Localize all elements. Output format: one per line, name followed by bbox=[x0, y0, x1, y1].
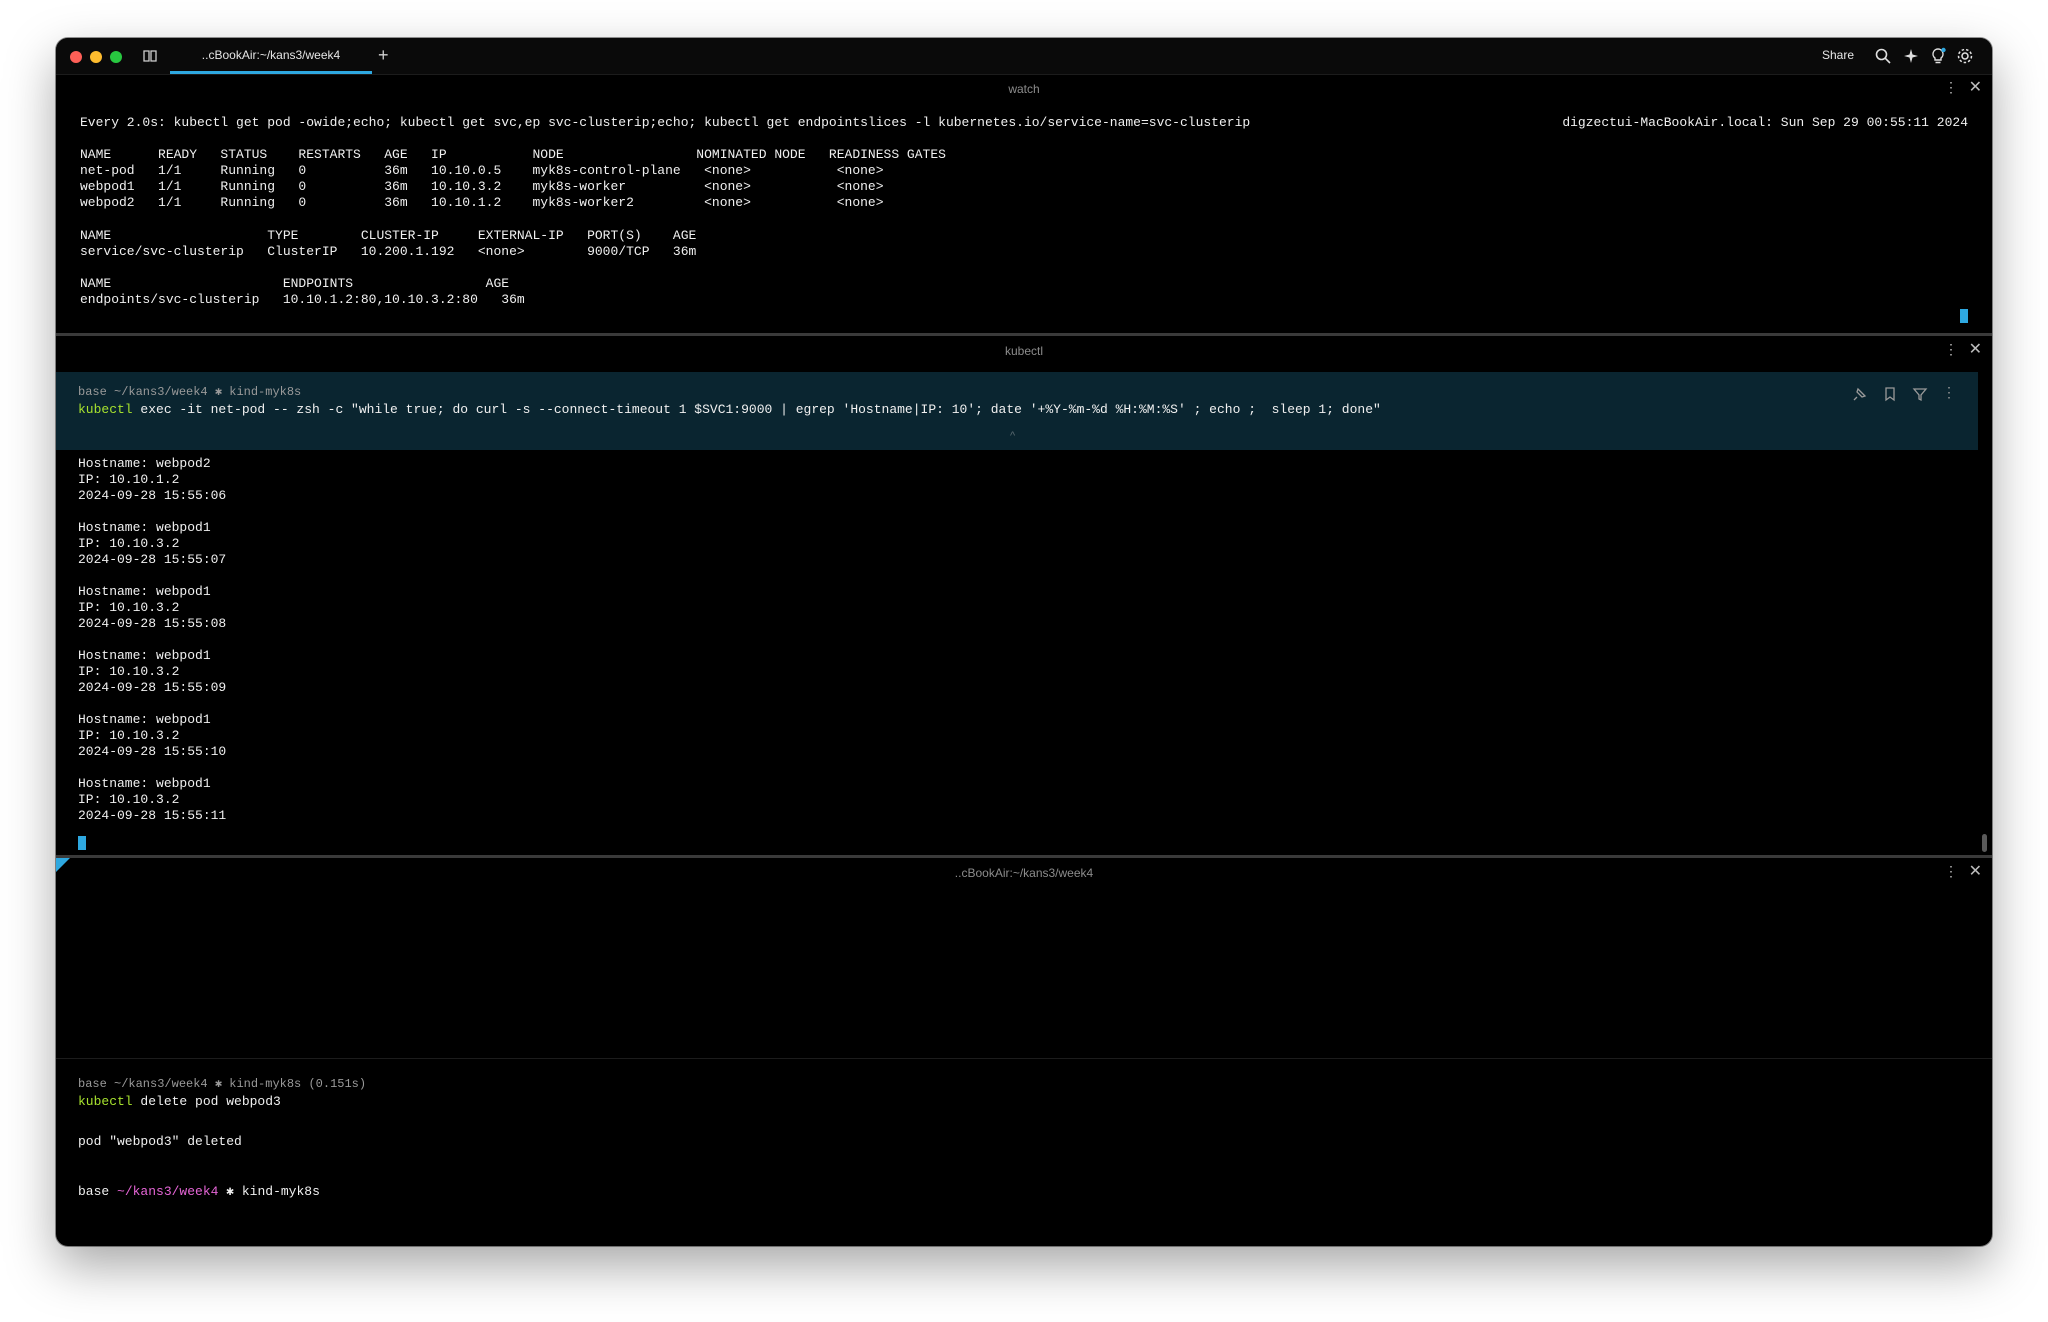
table-row: webpod2 1/1 Running 0 36m 10.10.1.2 myk8… bbox=[80, 195, 884, 210]
chevron-up-icon[interactable]: ^ bbox=[1010, 430, 1015, 442]
filter-icon[interactable] bbox=[1912, 386, 1928, 402]
scrollbar-thumb[interactable] bbox=[1982, 834, 1987, 852]
table-row: endpoints/svc-clusterip 10.10.1.2:80,10.… bbox=[80, 292, 525, 307]
svc-table-header: NAME TYPE CLUSTER-IP EXTERNAL-IP PORT(S)… bbox=[80, 228, 697, 243]
list-item: Hostname: webpod1 IP: 10.10.3.2 2024-09-28… bbox=[78, 776, 227, 823]
bookmark-icon[interactable] bbox=[1882, 386, 1898, 402]
pane-watch-header: watch ⋮ ✕ bbox=[56, 74, 1992, 104]
lightbulb-icon[interactable] bbox=[1929, 47, 1947, 65]
share-button[interactable]: Share bbox=[1822, 48, 1854, 62]
more-vertical-icon[interactable]: ⋮ bbox=[1942, 384, 1956, 401]
pods-table-header: NAME READY STATUS RESTARTS AGE IP NODE N… bbox=[80, 147, 946, 162]
command-name: kubectl bbox=[78, 1094, 133, 1109]
more-vertical-icon[interactable]: ⋮ bbox=[1944, 863, 1958, 880]
watch-header-command: Every 2.0s: kubectl get pod -owide;echo;… bbox=[80, 115, 1251, 130]
close-pane-button[interactable]: ✕ bbox=[1969, 339, 1982, 359]
prompt-context: ✱ kind-myk8s bbox=[218, 1184, 320, 1199]
more-vertical-icon[interactable]: ⋮ bbox=[1944, 341, 1958, 358]
pane-title: watch bbox=[1008, 82, 1040, 96]
block-prompt: base ~/kans3/week4 ✱ kind-myk8s bbox=[78, 385, 302, 399]
pane-title: ..cBookAir:~/kans3/week4 bbox=[954, 866, 1094, 880]
command-args: delete pod webpod3 bbox=[132, 1094, 281, 1109]
pane-title: kubectl bbox=[1004, 344, 1044, 358]
pane-kubectl-header: kubectl ⋮ ✕ bbox=[56, 336, 1992, 366]
block-command: kubectl exec -it net-pod -- zsh -c "whil… bbox=[78, 402, 1381, 418]
ai-sparkle-icon[interactable] bbox=[1902, 47, 1920, 65]
prompt-path: ~/kans3/week4 bbox=[117, 1184, 219, 1199]
new-tab-button[interactable]: + bbox=[378, 45, 389, 66]
more-vertical-icon[interactable]: ⋮ bbox=[1944, 79, 1958, 96]
kubectl-cursor bbox=[78, 836, 86, 850]
pods-table: NAME READY STATUS RESTARTS AGE IP NODE N… bbox=[80, 147, 946, 211]
endpoints-table-header: NAME ENDPOINTS AGE bbox=[80, 276, 510, 291]
table-row: net-pod 1/1 Running 0 36m 10.10.0.5 myk8… bbox=[80, 163, 884, 178]
list-item: Hostname: webpod1 IP: 10.10.3.2 2024-09-28… bbox=[78, 584, 227, 631]
command-block[interactable]: base ~/kans3/week4 ✱ kind-myk8s kubectl … bbox=[56, 372, 1978, 450]
tab-active[interactable]: ..cBookAir:~/kans3/week4 bbox=[170, 38, 372, 74]
input-prompt[interactable]: base ~/kans3/week4 ✱ kind-myk8s bbox=[78, 1184, 320, 1200]
command-output: pod "webpod3" deleted bbox=[78, 1134, 242, 1149]
close-pane-button[interactable]: ✕ bbox=[1969, 861, 1982, 881]
list-item: Hostname: webpod1 IP: 10.10.3.2 2024-09-28… bbox=[78, 712, 227, 759]
pin-icon[interactable] bbox=[1852, 386, 1868, 402]
close-pane-button[interactable]: ✕ bbox=[1969, 77, 1982, 97]
list-item: Hostname: webpod1 IP: 10.10.3.2 2024-09-28… bbox=[78, 648, 227, 695]
table-row: webpod1 1/1 Running 0 36m 10.10.3.2 myk8… bbox=[80, 179, 884, 194]
terminal-window: ..cBookAir:~/kans3/week4 + Share watch ⋮… bbox=[56, 38, 1992, 1246]
close-window-button[interactable] bbox=[70, 51, 82, 63]
watch-cursor bbox=[1960, 309, 1968, 323]
list-item: Hostname: webpod1 IP: 10.10.3.2 2024-09-28… bbox=[78, 520, 227, 567]
zoom-window-button[interactable] bbox=[110, 51, 122, 63]
command-args: exec -it net-pod -- zsh -c "while true; … bbox=[132, 402, 1381, 417]
endpoints-table: NAME ENDPOINTS AGE endpoints/svc-clusteri… bbox=[80, 276, 525, 308]
tab-label: ..cBookAir:~/kans3/week4 bbox=[201, 48, 341, 62]
list-item: Hostname: webpod2 IP: 10.10.1.2 2024-09-28… bbox=[78, 456, 227, 503]
curl-output: Hostname: webpod2 IP: 10.10.1.2 2024-09-28… bbox=[78, 456, 226, 824]
block-separator bbox=[56, 1058, 1992, 1059]
block-command: kubectl delete pod webpod3 bbox=[78, 1094, 281, 1110]
block-prompt: base ~/kans3/week4 ✱ kind-myk8s (0.151s) bbox=[78, 1077, 367, 1091]
search-icon[interactable] bbox=[1874, 47, 1892, 65]
book-icon[interactable] bbox=[142, 48, 158, 64]
pane-shell-header: ..cBookAir:~/kans3/week4 ⋮ ✕ bbox=[56, 858, 1992, 888]
command-name: kubectl bbox=[78, 402, 133, 417]
title-bar: ..cBookAir:~/kans3/week4 + Share bbox=[56, 38, 1992, 75]
minimize-window-button[interactable] bbox=[90, 51, 102, 63]
watch-header-timestamp: digzectui-MacBookAir.local: Sun Sep 29 0… bbox=[1562, 115, 1968, 130]
svc-table: NAME TYPE CLUSTER-IP EXTERNAL-IP PORT(S)… bbox=[80, 228, 696, 260]
settings-gear-icon[interactable] bbox=[1956, 47, 1974, 65]
table-row: service/svc-clusterip ClusterIP 10.200.1… bbox=[80, 244, 697, 259]
